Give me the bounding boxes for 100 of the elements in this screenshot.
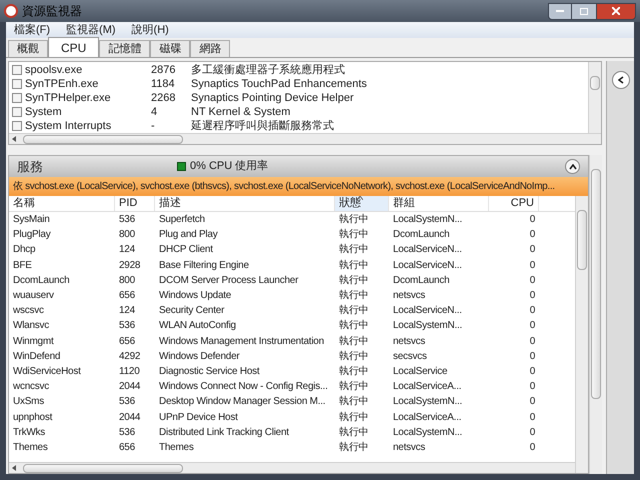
column-header[interactable]: 群組 [389,196,489,211]
table-cell-text: WLAN AutoConfig [158,319,237,334]
table-cell-text: 536 [118,395,136,410]
table-cell-text: 1120 [118,364,141,379]
table-cell-text: 536 [118,319,136,334]
horizontal-scrollbar[interactable] [9,133,601,144]
table-cell-text: 執行中 [338,304,370,318]
table-cell-text: LocalSystemN... [392,213,464,228]
table-cell-text: Windows Update [158,289,232,304]
table-cell-text: 0 [528,319,536,334]
close-button[interactable] [596,2,636,20]
column-header[interactable]: 名稱 [9,196,115,211]
table-cell-text: 0 [528,213,536,228]
table-cell-text: BFE [12,258,33,273]
horizontal-scrollbar[interactable] [9,462,575,473]
table-cell-text: DHCP Client [158,243,214,258]
table-cell-text: 536 [118,213,136,228]
table-cell-text: 0 [528,395,536,410]
process-name: spoolsv.exe [25,62,84,78]
scroll-thumb[interactable] [577,210,587,270]
table-cell-text: netsvcs [392,440,426,455]
section-header[interactable]: 服務 0% CPU 使用率 [9,156,588,177]
table-cell-text: 0 [528,364,536,379]
app-icon [4,4,18,18]
tab[interactable]: 磁碟 [150,40,190,57]
table-cell-text: 0 [528,274,536,288]
checkbox[interactable] [12,107,22,117]
scroll-thumb[interactable] [23,134,183,144]
column-header[interactable]: PID [115,196,155,211]
table-cell-text: LocalServiceA... [392,380,462,394]
process-name: System Interrupts [25,118,112,134]
table-cell-text: DCOM Server Process Launcher [158,274,300,288]
table-cell-text: Plug and Play [158,228,219,242]
table-cell-text: 執行中 [338,380,370,394]
table-cell-text: SysMain [12,213,51,228]
table-cell-text: 2044 [118,410,142,425]
table-cell-text: 0 [528,228,536,242]
checkbox[interactable] [12,65,22,75]
tab[interactable]: 網路 [190,40,230,57]
process-pid: - [151,118,156,134]
column-header[interactable]: 狀態 [335,196,389,211]
process-name: System [25,104,63,120]
table-cell-text: 0 [528,440,536,455]
table-cell-text: 執行中 [338,426,370,440]
close-icon [612,7,620,15]
checkbox[interactable] [12,93,22,103]
tab[interactable]: CPU [48,37,100,57]
cpu-usage-icon [177,162,186,171]
process-pid: 2876 [151,62,176,78]
filter-text: 依 svchost.exe (LocalService), svchost.exe (bthsvcs), svchost.exe (LocalServiceNoNetwork), svchost.exe (LocalServiceAndNoImp... [13,180,555,194]
scroll-thumb[interactable] [591,169,601,399]
table-cell-text: wuauserv [12,289,55,304]
process-description: 延遲程序呼叫與插斷服務常式 [191,118,334,134]
scroll-thumb[interactable] [23,464,183,472]
table-cell-text: WdiServiceHost [12,364,82,379]
table-cell-text: 執行中 [338,212,370,228]
table-cell-text: 執行中 [338,258,370,273]
column-header[interactable]: CPU [489,196,539,211]
collapse-panel-button[interactable] [612,71,630,89]
process-description: Synaptics TouchPad Enhancements [191,76,367,92]
chevron-left-icon [618,76,624,84]
table-cell-text: Windows Management Instrumentation [158,334,325,349]
table-cell-text: Distributed Link Tracking Client [158,426,290,440]
table-cell-text: 536 [118,426,136,440]
menu-item[interactable]: 監視器(M) [66,22,116,38]
window-title: 資源監視器 [22,3,82,20]
checkbox[interactable] [12,79,22,89]
section-title: 服務 [17,158,44,176]
vertical-scrollbar[interactable] [588,62,601,133]
table-cell-text: Diagnostic Service Host [158,364,261,379]
table-cell-text: 0 [528,426,536,440]
table-cell-text: 執行中 [338,394,370,410]
table-cell-text: 執行中 [338,318,370,334]
table-cell-text: 0 [528,380,536,394]
vertical-scrollbar[interactable] [589,155,602,474]
process-name: SynTPHelper.exe [25,90,112,106]
table-cell-text: 800 [118,274,136,288]
table-cell-text: Dhcp [12,243,36,258]
vertical-scrollbar[interactable] [575,196,588,473]
table-cell-text: 0 [528,410,536,425]
table-cell-text: LocalServiceN... [392,258,463,273]
table-cell-text: Base Filtering Engine [158,258,250,273]
table-cell-text: Superfetch [158,213,206,228]
process-description: NT Kernel & System [191,104,290,120]
table-cell-text: Windows Defender [158,350,240,364]
minimize-button[interactable] [548,2,572,20]
cpu-usage-label: 0% CPU 使用率 [190,158,268,174]
table-cell-text: upnphost [12,410,54,425]
menu-item[interactable]: 說明(H) [132,22,169,38]
table-cell-text: 656 [118,440,136,455]
collapse-button[interactable] [565,159,580,174]
table-cell-text: 4292 [118,350,142,364]
menu-item[interactable]: 檔案(F) [14,22,50,38]
table-cell-text: Desktop Window Manager Session M... [158,395,326,410]
tab[interactable]: 概觀 [8,40,48,57]
process-pid: 1184 [151,76,176,92]
checkbox[interactable] [12,121,22,131]
tab[interactable]: 記憶體 [99,40,150,57]
scroll-thumb[interactable] [590,76,600,90]
maximize-button[interactable] [572,2,596,20]
